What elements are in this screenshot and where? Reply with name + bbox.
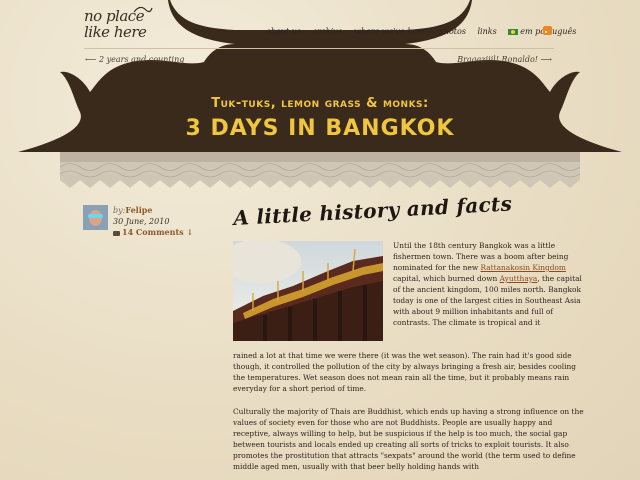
nav-where-weve-been[interactable]: where we've been [354, 27, 427, 36]
author-avatar[interactable] [83, 205, 108, 230]
ayutthaya-link[interactable]: Ayutthaya [500, 274, 538, 283]
header-divider [84, 48, 554, 49]
comment-icon [113, 230, 120, 236]
post-date: 30 June, 2010 [113, 217, 170, 226]
by-label: by: [113, 206, 126, 215]
paragraph-1: Until the 18th century Bangkok was a lit… [393, 240, 588, 328]
rattanakosin-link[interactable]: Rattanakosin Kingdom [481, 263, 566, 272]
rss-icon[interactable] [543, 26, 552, 35]
site-logo[interactable]: no place like here [84, 6, 154, 41]
nav-about-us[interactable]: about us [266, 27, 301, 36]
nav-photos[interactable]: photos [439, 27, 466, 36]
logo-swirl-icon [133, 6, 153, 13]
comments-link[interactable]: 14 Comments ↓ [122, 227, 193, 237]
logo-line-2: like here [84, 23, 147, 41]
p1-text-b: capital, which burned down [393, 274, 500, 283]
prev-arrow-icon: ⟵ [85, 55, 100, 64]
banner-subtitle: Tuk-tuks, lemon grass & monks: [211, 96, 429, 111]
flag-icon [508, 29, 519, 35]
temple-photo[interactable] [233, 241, 383, 341]
prev-post-link[interactable]: ⟵ 2 years and counting [85, 55, 184, 64]
prev-post-label: 2 years and counting [99, 55, 185, 64]
author-link[interactable]: Felipe [125, 205, 152, 215]
nav-archive[interactable]: archive [312, 27, 342, 36]
next-post-link[interactable]: Braaaziiil! Ronaldo! ⟶ [457, 55, 552, 64]
paragraph-2: rained a lot at that time we were there … [233, 351, 576, 393]
next-post-label: Braaaziiil! Ronaldo! [457, 55, 538, 64]
next-arrow-icon: ⟶ [537, 55, 552, 64]
post-meta: by:Felipe 30 June, 2010 14 Comments ↓ [113, 205, 193, 238]
paragraph-3: Culturally the majority of Thais are Bud… [233, 407, 584, 471]
banner-title: 3 DAYS IN BANGKOK [185, 116, 455, 141]
nav-links[interactable]: links [478, 27, 497, 36]
